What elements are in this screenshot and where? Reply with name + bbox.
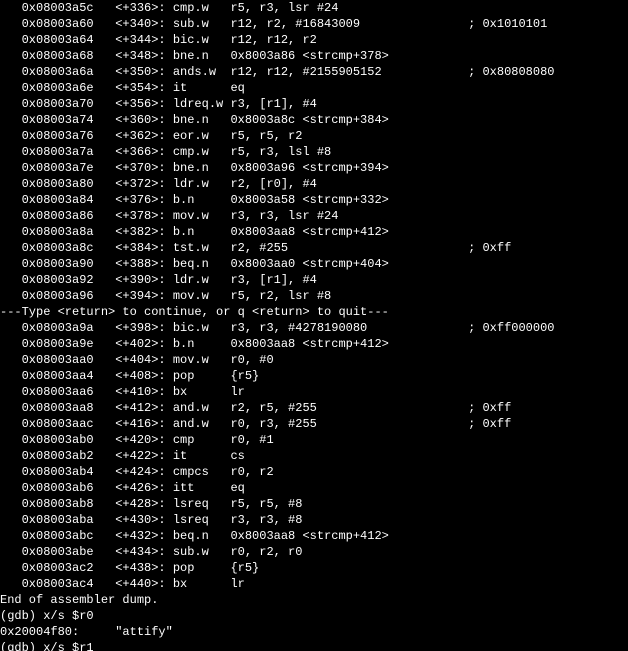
disasm-line: 0x08003a6a <+350>: ands.w r12, r12, #215… (0, 64, 628, 80)
disasm-line: 0x08003a8c <+384>: tst.w r2, #255 ; 0xff (0, 240, 628, 256)
disasm-line: 0x08003a7e <+370>: bne.n 0x8003a96 <strc… (0, 160, 628, 176)
disasm-line: 0x08003a68 <+348>: bne.n 0x8003a86 <strc… (0, 48, 628, 64)
disasm-line: 0x08003a7a <+366>: cmp.w r5, r3, lsl #8 (0, 144, 628, 160)
disasm-line: 0x08003a60 <+340>: sub.w r12, r2, #16843… (0, 16, 628, 32)
disasm-line: 0x08003abc <+432>: beq.n 0x8003aa8 <strc… (0, 528, 628, 544)
disasm-line: 0x08003a86 <+378>: mov.w r3, r3, lsr #24 (0, 208, 628, 224)
disasm-line: 0x08003abe <+434>: sub.w r0, r2, r0 (0, 544, 628, 560)
disasm-line: 0x08003a96 <+394>: mov.w r5, r2, lsr #8 (0, 288, 628, 304)
disasm-line: 0x08003ab0 <+420>: cmp r0, #1 (0, 432, 628, 448)
disasm-line: 0x08003a70 <+356>: ldreq.w r3, [r1], #4 (0, 96, 628, 112)
disasm-line: 0x08003aa4 <+408>: pop {r5} (0, 368, 628, 384)
disasm-line: 0x08003a84 <+376>: b.n 0x8003a58 <strcmp… (0, 192, 628, 208)
gdb-output: 0x20004f80: "attify" (0, 624, 628, 640)
disasm-line: 0x08003ab8 <+428>: lsreq r5, r5, #8 (0, 496, 628, 512)
disasm-line: 0x08003aac <+416>: and.w r0, r3, #255 ; … (0, 416, 628, 432)
disasm-line: 0x08003a9a <+398>: bic.w r3, r3, #427819… (0, 320, 628, 336)
gdb-prompt[interactable]: (gdb) x/s $r0 (0, 608, 628, 624)
end-of-dump: End of assembler dump. (0, 592, 628, 608)
disasm-line: 0x08003ab2 <+422>: it cs (0, 448, 628, 464)
gdb-prompt[interactable]: (gdb) x/s $r1 (0, 640, 628, 651)
disasm-line: 0x08003a6e <+354>: it eq (0, 80, 628, 96)
disasm-line: 0x08003a9e <+402>: b.n 0x8003aa8 <strcmp… (0, 336, 628, 352)
disasm-line: 0x08003ac4 <+440>: bx lr (0, 576, 628, 592)
disasm-line: 0x08003ab6 <+426>: itt eq (0, 480, 628, 496)
disasm-line: 0x08003a64 <+344>: bic.w r12, r12, r2 (0, 32, 628, 48)
disasm-line: 0x08003a5c <+336>: cmp.w r5, r3, lsr #24 (0, 0, 628, 16)
disasm-line: 0x08003aba <+430>: lsreq r3, r3, #8 (0, 512, 628, 528)
disasm-line: 0x08003a80 <+372>: ldr.w r2, [r0], #4 (0, 176, 628, 192)
terminal-output: 0x08003a5c <+336>: cmp.w r5, r3, lsr #24… (0, 0, 628, 651)
disasm-line: 0x08003a76 <+362>: eor.w r5, r5, r2 (0, 128, 628, 144)
disasm-line: 0x08003a74 <+360>: bne.n 0x8003a8c <strc… (0, 112, 628, 128)
disasm-line: 0x08003aa0 <+404>: mov.w r0, #0 (0, 352, 628, 368)
pager-prompt[interactable]: ---Type <return> to continue, or q <retu… (0, 304, 628, 320)
disasm-line: 0x08003a8a <+382>: b.n 0x8003aa8 <strcmp… (0, 224, 628, 240)
disasm-line: 0x08003aa8 <+412>: and.w r2, r5, #255 ; … (0, 400, 628, 416)
disasm-line: 0x08003aa6 <+410>: bx lr (0, 384, 628, 400)
disasm-line: 0x08003ac2 <+438>: pop {r5} (0, 560, 628, 576)
disasm-line: 0x08003a90 <+388>: beq.n 0x8003aa0 <strc… (0, 256, 628, 272)
disasm-line: 0x08003a92 <+390>: ldr.w r3, [r1], #4 (0, 272, 628, 288)
disasm-line: 0x08003ab4 <+424>: cmpcs r0, r2 (0, 464, 628, 480)
